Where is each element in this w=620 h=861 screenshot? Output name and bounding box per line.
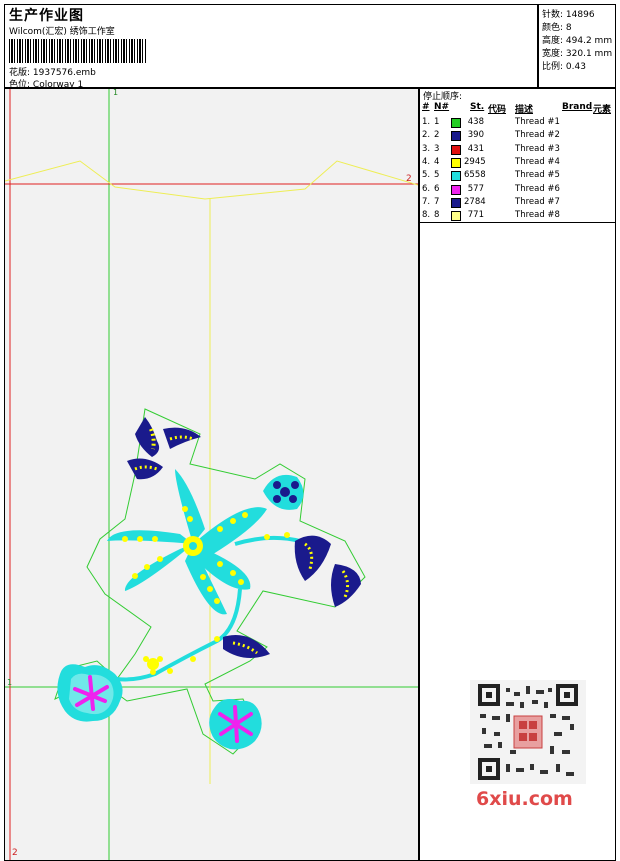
right-leaf-cluster — [223, 535, 361, 658]
legend-row-description: Thread #7 — [515, 196, 560, 207]
legend-color-swatch — [451, 157, 461, 168]
stat-width: 宽度: 320.1 mm — [542, 49, 613, 59]
legend-row-stitches: 577 — [467, 183, 484, 194]
barcode — [9, 39, 147, 63]
legend-row-description: Thread #5 — [515, 170, 560, 181]
legend-row-description: Thread #4 — [515, 156, 560, 167]
legend-color-swatch — [451, 144, 461, 155]
guide-bottom-label: 2 — [12, 848, 18, 858]
guide-top-label: 1 — [113, 88, 119, 97]
legend-row-needle: 2 — [434, 130, 440, 141]
page-title: 生产作业图 — [9, 8, 84, 24]
legend-header-n: N# — [434, 102, 450, 112]
legend-row-needle: 3 — [434, 143, 440, 154]
stats-panel: 针数: 14896 颜色: 8 高度: 494.2 mm 宽度: 320.1 m… — [538, 4, 616, 88]
color-sequence-legend: 停止顺序: # N# St. 代码 描述 Brand 元素 1. 1 438 Thre… — [419, 88, 616, 223]
legend-row: 8. 8 771 Thread #8 — [420, 209, 617, 222]
design-canvas[interactable]: 1 1 2 2 — [4, 88, 419, 861]
legend-row-needle: 5 — [434, 170, 440, 181]
legend-row: 3. 3 431 Thread #3 — [420, 143, 617, 156]
legend-row-stitches: 6558 — [464, 170, 486, 181]
legend-row-description: Thread #3 — [515, 143, 560, 154]
legend-row-description: Thread #2 — [515, 130, 560, 141]
embroidery-preview — [5, 89, 418, 860]
legend-row-needle: 7 — [434, 196, 440, 207]
legend-row-number: 8. — [422, 210, 431, 221]
legend-row: 4. 4 2945 Thread #4 — [420, 156, 617, 169]
legend-row-number: 5. — [422, 170, 431, 181]
legend-color-swatch — [451, 171, 461, 182]
guide-right-label: 2 — [406, 174, 412, 184]
legend-row: 7. 7 2784 Thread #7 — [420, 196, 617, 209]
watermark-brand: 6xiu.com — [476, 788, 573, 810]
navy-berry-flower — [263, 474, 304, 510]
legend-row: 6. 6 577 Thread #6 — [420, 183, 617, 196]
legend-color-swatch — [451, 211, 461, 222]
pink-flower-right — [209, 699, 262, 750]
legend-row-needle: 4 — [434, 156, 440, 167]
legend-row-needle: 1 — [434, 117, 440, 127]
stat-height: 高度: 494.2 mm — [542, 36, 613, 46]
legend-row-stitches: 390 — [467, 130, 484, 141]
legend-row-number: 7. — [422, 196, 431, 207]
legend-row: 2. 2 390 Thread #2 — [420, 129, 617, 142]
legend-row-number: 4. — [422, 156, 431, 167]
legend-row-stitches: 438 — [467, 117, 484, 127]
legend-color-swatch — [451, 118, 461, 128]
legend-color-swatch — [451, 184, 461, 195]
legend-row-needle: 6 — [434, 183, 440, 194]
qr-code-watermark — [470, 680, 586, 784]
legend-row-number: 3. — [422, 143, 431, 154]
legend-row-number: 6. — [422, 183, 431, 194]
legend-row-stitches: 2945 — [464, 156, 486, 167]
garment-outline — [5, 160, 418, 200]
legend-row: 1. 1 438 Thread #1 — [420, 116, 617, 129]
company-name: Wilcom(汇宏) 绣饰工作室 — [9, 27, 115, 37]
pink-flower-left — [57, 664, 123, 722]
stat-stitches: 针数: 14896 — [542, 10, 595, 20]
legend-header-element: 元素 — [593, 105, 612, 115]
header-panel: 生产作业图 Wilcom(汇宏) 绣饰工作室 花版: 1937576.emb 色… — [4, 4, 538, 90]
legend-row-needle: 8 — [434, 210, 440, 221]
stat-scale: 比例: 0.43 — [542, 62, 586, 72]
legend-row-stitches: 771 — [467, 210, 484, 221]
legend-color-swatch — [451, 131, 461, 142]
legend-row-stitches: 431 — [467, 143, 484, 154]
legend-title: 停止顺序: — [423, 92, 463, 102]
legend-header-num: # — [422, 102, 430, 112]
legend-row-number: 1. — [422, 117, 431, 127]
legend-color-swatch — [451, 197, 461, 208]
legend-row-stitches: 2784 — [464, 196, 486, 207]
legend-row-number: 2. — [422, 130, 431, 141]
upper-leaf-cluster — [127, 417, 201, 480]
legend-row-description: Thread #6 — [515, 183, 560, 194]
guide-left-label: 1 — [7, 678, 13, 687]
legend-header-brand: Brand — [562, 102, 593, 112]
legend-header-code: 代码 — [488, 105, 507, 115]
stat-colors: 颜色: 8 — [542, 23, 572, 33]
legend-row: 5. 5 6558 Thread #5 — [420, 169, 617, 182]
legend-header-stitches: St. — [470, 102, 485, 112]
legend-header-desc: 描述 — [515, 105, 534, 115]
legend-row-description: Thread #8 — [515, 210, 560, 221]
legend-row-description: Thread #1 — [515, 117, 560, 127]
